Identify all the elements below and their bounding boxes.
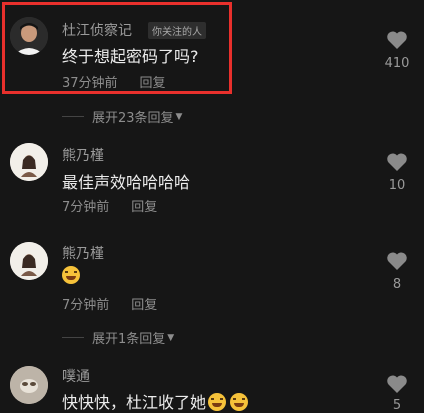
- comment-text: [62, 266, 80, 285]
- like-button[interactable]: 410: [382, 30, 412, 71]
- divider-line: [62, 116, 84, 117]
- laughing-crying-emoji-icon: [62, 266, 80, 284]
- reply-button[interactable]: 回复: [131, 298, 157, 313]
- like-count: 410: [384, 56, 410, 71]
- like-button[interactable]: 8: [382, 251, 412, 292]
- like-count: 8: [392, 277, 402, 292]
- comment-time: 7分钟前: [62, 200, 110, 215]
- divider-line: [62, 337, 84, 338]
- caret-down-icon: ▼: [167, 332, 175, 343]
- avatar[interactable]: [10, 366, 48, 404]
- heart-icon: [387, 153, 407, 171]
- heart-icon: [387, 252, 407, 270]
- like-count: 10: [388, 178, 406, 193]
- expand-replies-button[interactable]: 展开1条回复 ▼: [62, 328, 174, 347]
- comment-text: 最佳声效哈哈哈哈: [62, 173, 191, 192]
- following-tag: 你关注的人: [148, 22, 206, 39]
- comment-meta: 7分钟前 回复: [62, 294, 157, 313]
- avatar[interactable]: [10, 17, 48, 55]
- comment-username[interactable]: 熊乃槿: [62, 145, 104, 165]
- comment-meta: 7分钟前 回复: [62, 196, 157, 215]
- caret-down-icon: ▼: [175, 111, 183, 122]
- reply-button[interactable]: 回复: [140, 76, 166, 91]
- comment-text: 快快快，杜江收了她: [62, 389, 249, 413]
- comment-time: 7分钟前: [62, 298, 110, 313]
- heart-icon: [387, 31, 407, 49]
- expand-replies-label: 展开1条回复: [92, 332, 166, 347]
- comment-username[interactable]: 杜江侦察记: [62, 20, 132, 40]
- comment-time: 37分钟前: [62, 76, 118, 91]
- avatar[interactable]: [10, 242, 48, 280]
- reply-button[interactable]: 回复: [131, 200, 157, 215]
- comment-text-content: 快快快，杜江收了她: [62, 393, 207, 412]
- comment-text: 终于想起密码了吗?: [62, 47, 199, 66]
- comment-meta: 37分钟前 回复: [62, 72, 166, 91]
- expand-replies-button[interactable]: 展开23条回复 ▼: [62, 107, 182, 126]
- heart-icon: [387, 375, 407, 393]
- laughing-crying-emoji-icon: [230, 393, 249, 411]
- comment-username[interactable]: 熊乃槿: [62, 243, 104, 263]
- laughing-crying-emoji-icon: [208, 393, 227, 411]
- expand-replies-label: 展开23条回复: [92, 111, 174, 126]
- like-button[interactable]: 5: [382, 374, 412, 413]
- avatar[interactable]: [10, 143, 48, 181]
- like-count: 5: [392, 398, 402, 413]
- like-button[interactable]: 10: [382, 152, 412, 193]
- comment-username[interactable]: 噗通: [62, 366, 90, 386]
